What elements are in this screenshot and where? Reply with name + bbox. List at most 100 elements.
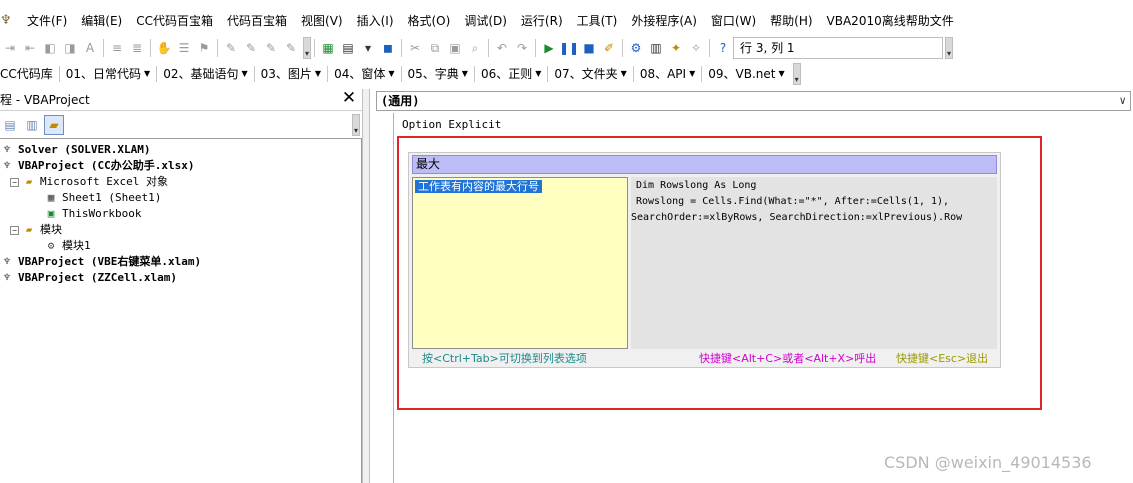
quick-info-icon[interactable]: ◨ <box>60 38 80 58</box>
pane-splitter[interactable] <box>362 89 370 483</box>
copy-icon[interactable]: ⧉ <box>425 38 445 58</box>
addin-dictionary-label: 05、字典 <box>407 67 459 81</box>
object-combo-value: (通用) <box>381 94 420 108</box>
list-icon[interactable]: ☰ <box>174 38 194 58</box>
redo-icon[interactable]: ↷ <box>512 38 532 58</box>
menu-help[interactable]: 帮助(H) <box>763 10 819 32</box>
hand-icon[interactable]: ✋ <box>154 38 174 58</box>
folder-icon: ▰ <box>25 223 33 236</box>
project-explorer-title: 程 - VBAProject <box>0 92 90 107</box>
tree-node-excel-objects[interactable]: − ▰ Microsoft Excel 对象 <box>10 174 168 190</box>
next-bookmark-icon[interactable]: ✎ <box>221 38 241 58</box>
chevron-down-icon: ▼ <box>620 69 627 78</box>
tree-node-module1[interactable]: ⚙ 模块1 <box>44 238 91 254</box>
addin-folders[interactable]: 07、文件夹 ▼ <box>548 63 632 85</box>
clear-bookmarks-icon[interactable]: ✎ <box>261 38 281 58</box>
design-mode-icon[interactable]: ✐ <box>599 38 619 58</box>
menu-file[interactable]: 文件(F) <box>20 10 74 32</box>
collapse-icon[interactable]: − <box>10 225 19 235</box>
object-combo[interactable]: (通用) ∨ <box>376 91 1131 111</box>
workbook-icon: ▣ <box>47 207 55 220</box>
menu-format[interactable]: 格式(O) <box>401 10 458 32</box>
toolbar-separator <box>709 39 710 57</box>
tree-node-modules[interactable]: − ▰ 模块 <box>10 222 62 238</box>
menu-debug[interactable]: 调试(D) <box>457 10 514 32</box>
complete-word-icon[interactable]: A <box>80 38 100 58</box>
toggle-folders-icon[interactable]: ▰ <box>44 114 64 135</box>
menu-code-box[interactable]: 代码百宝箱 <box>220 10 294 32</box>
close-icon[interactable]: ✕ <box>340 90 358 108</box>
addin-daily-code[interactable]: 01、日常代码 ▼ <box>60 63 156 85</box>
tree-node-vbe-menu[interactable]: ♆ VBAProject (VBE右键菜单.xlam) <box>0 254 201 270</box>
bookmark-icon[interactable]: ⚑ <box>194 38 214 58</box>
menu-run[interactable]: 运行(R) <box>514 10 570 32</box>
menu-insert[interactable]: 插入(I) <box>350 10 401 32</box>
addin-api[interactable]: 08、API ▼ <box>634 63 701 85</box>
chevron-down-icon: ▼ <box>388 69 395 78</box>
watermark: CSDN @weixin_49014536 <box>884 453 1092 472</box>
addin-pictures[interactable]: 03、图片 ▼ <box>255 63 327 85</box>
addin-basic-statements[interactable]: 02、基础语句 ▼ <box>157 63 253 85</box>
menu-window[interactable]: 窗口(W) <box>704 10 763 32</box>
chevron-down-icon[interactable]: ∨ <box>1119 92 1126 110</box>
menu-tools[interactable]: 工具(T) <box>570 10 625 32</box>
insert-userform-icon[interactable]: ▤ <box>338 38 358 58</box>
menu-vba-offline-help[interactable]: VBA2010离线帮助文件 <box>820 10 961 32</box>
standard-toolbar: ⇥ ⇤ ◧ ◨ A ≡ ≣ ✋ ☰ ⚑ ✎ ✎ ✎ ✎ ▾ ▦ ▤ ▾ ◼ ✂ … <box>0 36 1133 60</box>
addin-cc-code-library[interactable]: CC代码库 <box>0 63 59 85</box>
vbe-app-icon: ♆ <box>0 13 12 28</box>
toolbar-separator <box>401 39 402 57</box>
stop-icon[interactable]: ■ <box>579 38 599 58</box>
addin-regex[interactable]: 06、正则 ▼ <box>475 63 547 85</box>
snippet-search-input[interactable]: 最大 <box>412 155 997 174</box>
toolbar-grip[interactable]: ▾ <box>945 37 953 59</box>
view-code-icon[interactable]: ▤ <box>0 115 20 135</box>
tree-node-cc-office[interactable]: ♆ VBAProject (CC办公助手.xlsx) <box>0 158 195 174</box>
view-excel-icon[interactable]: ▦ <box>318 38 338 58</box>
object-browser-icon[interactable]: ✦ <box>666 38 686 58</box>
toolbar-grip[interactable]: ▾ <box>792 63 801 85</box>
toolbar-grip[interactable]: ▾ <box>303 37 311 59</box>
collapse-icon[interactable]: − <box>10 177 19 187</box>
insert-dropdown-icon[interactable]: ▾ <box>358 38 378 58</box>
addin-regex-label: 06、正则 <box>480 67 533 81</box>
tree-node-solver[interactable]: ♆ Solver (SOLVER.XLAM) <box>0 142 151 158</box>
menu-cc-code-box[interactable]: CC代码百宝箱 <box>129 10 220 32</box>
pause-icon[interactable]: ❚❚ <box>559 38 579 58</box>
indent-icon[interactable]: ⇥ <box>0 38 20 58</box>
clear-all-icon[interactable]: ✎ <box>281 38 301 58</box>
prev-bookmark-icon[interactable]: ✎ <box>241 38 261 58</box>
addin-dictionary[interactable]: 05、字典 ▼ <box>402 63 474 85</box>
toggle-breakpoint-icon[interactable]: ◧ <box>40 38 60 58</box>
outdent-icon[interactable]: ⇤ <box>20 38 40 58</box>
undo-icon[interactable]: ↶ <box>492 38 512 58</box>
save-icon[interactable]: ◼ <box>378 38 398 58</box>
menu-addins[interactable]: 外接程序(A) <box>624 10 704 32</box>
tree-node-label: VBAProject (VBE右键菜单.xlam) <box>18 255 202 268</box>
view-object-icon[interactable]: ▥ <box>22 115 42 135</box>
code-margin[interactable] <box>376 113 394 483</box>
toolbar-separator <box>314 39 315 57</box>
run-icon[interactable]: ▶ <box>539 38 559 58</box>
menu-edit[interactable]: 编辑(E) <box>74 10 129 32</box>
toolbox-icon[interactable]: ✧ <box>686 38 706 58</box>
tree-node-sheet1[interactable]: ▦ Sheet1 (Sheet1) <box>44 190 162 206</box>
paste-icon[interactable]: ▣ <box>445 38 465 58</box>
help-icon[interactable]: ? <box>713 38 733 58</box>
addin-forms[interactable]: 04、窗体 ▼ <box>328 63 400 85</box>
addin-vbnet[interactable]: 09、VB.net ▼ <box>702 63 790 85</box>
uncomment-block-icon[interactable]: ≣ <box>127 38 147 58</box>
tree-node-thisworkbook[interactable]: ▣ ThisWorkbook <box>44 206 142 222</box>
tree-node-zzcell[interactable]: ♆ VBAProject (ZZCell.xlam) <box>0 270 177 286</box>
find-icon[interactable]: ⌕ <box>465 38 485 58</box>
toolbar-separator <box>217 39 218 57</box>
project-explorer-icon[interactable]: ⚙ <box>626 38 646 58</box>
toolbar-grip[interactable]: ▾ <box>352 114 360 136</box>
menu-view[interactable]: 视图(V) <box>294 10 350 32</box>
properties-icon[interactable]: ▥ <box>646 38 666 58</box>
comment-block-icon[interactable]: ≡ <box>107 38 127 58</box>
chevron-down-icon: ▼ <box>535 69 542 78</box>
cut-icon[interactable]: ✂ <box>405 38 425 58</box>
snippet-list[interactable]: 工作表有内容的最大行号 <box>412 177 628 349</box>
snippet-list-item[interactable]: 工作表有内容的最大行号 <box>415 180 542 193</box>
